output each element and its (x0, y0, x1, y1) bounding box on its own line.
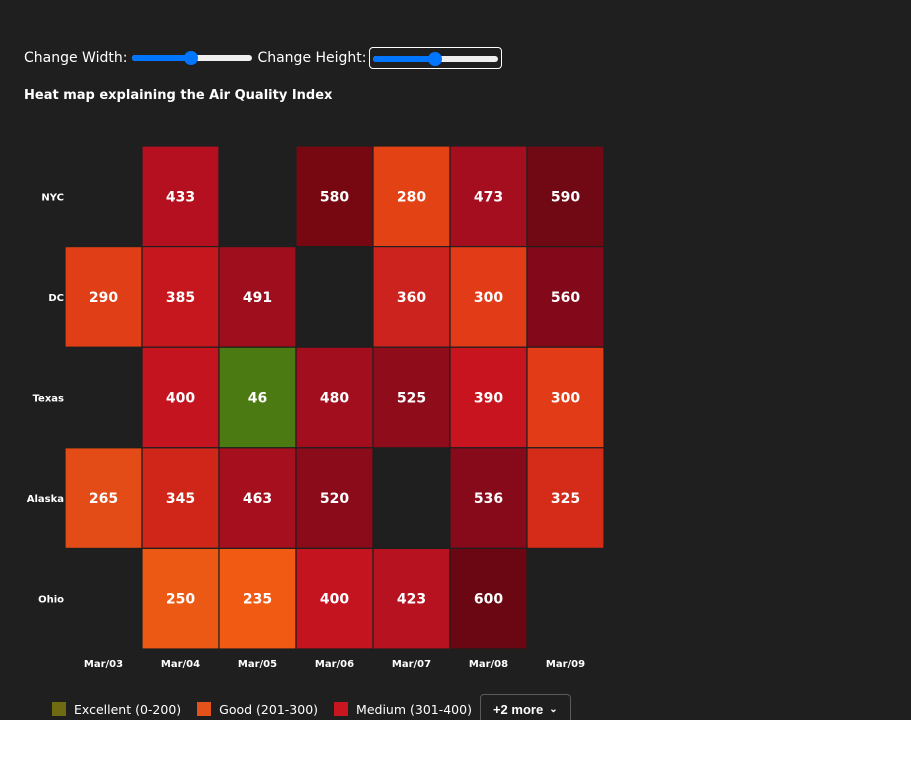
cell-value-label: 536 (474, 491, 503, 507)
legend-item[interactable]: Medium (301-400) (334, 702, 472, 717)
cell-value-label: 480 (320, 391, 349, 407)
legend-item[interactable]: Excellent (0-200) (52, 702, 181, 717)
column-label: Mar/07 (392, 659, 431, 670)
cell-value-label: 600 (474, 592, 503, 608)
cell-value-label: 46 (248, 391, 267, 407)
cell-value-label: 360 (397, 290, 426, 306)
cell-value-label: 250 (166, 592, 195, 608)
row-label-nyc: NYC (41, 192, 64, 203)
column-label: Mar/04 (161, 659, 200, 670)
cell-value-label: 325 (551, 491, 580, 507)
row-label-texas: Texas (33, 394, 64, 405)
cell-value-label: 290 (89, 290, 118, 306)
column-label: Mar/06 (315, 659, 354, 670)
cell-value-label: 590 (551, 189, 580, 205)
cell-value-label: 580 (320, 189, 349, 205)
cell-value-label: 525 (397, 391, 426, 407)
row-label-ohio: Ohio (38, 595, 64, 606)
cell-value-label: 280 (397, 189, 426, 205)
cell-value-label: 385 (166, 290, 195, 306)
cell-value-label: 433 (166, 189, 195, 205)
legend-more-button[interactable]: +2 more ⌄ (479, 694, 571, 720)
legend-swatch (334, 702, 349, 716)
chevron-down-icon: ⌄ (549, 703, 558, 715)
heatmap-chart: 433 580 280 473 590 290 385 491 360 300 560 400 46 48… (27, 145, 605, 670)
legend-swatch (52, 702, 66, 716)
cell-value-label: 473 (474, 189, 503, 205)
cell-value-label: 265 (89, 491, 118, 507)
cell-value-label: 463 (243, 491, 272, 507)
legend-swatch (197, 702, 212, 716)
column-label: Mar/08 (469, 659, 508, 670)
row-label-alaska: Alaska (27, 494, 64, 505)
cell-value-label: 423 (397, 592, 426, 608)
legend: Excellent (0-200) Good (201-300) Medium (3… (52, 693, 571, 720)
cell-value-label: 520 (320, 491, 349, 507)
cell-value-label: 300 (551, 391, 580, 407)
column-label: Mar/09 (546, 659, 585, 670)
row-label-dc: DC (48, 293, 64, 304)
app-background: Change Width: Change Height: Heat map ex… (0, 0, 911, 720)
legend-label: Good (201-300) (219, 701, 319, 717)
cell-value-label: 235 (243, 592, 272, 608)
cell-value-label: 400 (320, 592, 349, 608)
legend-label: Medium (301-400) (356, 701, 472, 717)
cell-value-label: 491 (243, 290, 272, 306)
column-label: Mar/05 (238, 659, 277, 670)
cell-value-label: 390 (474, 391, 503, 407)
legend-more-label: +2 more (492, 701, 544, 717)
cell-value-label: 400 (166, 391, 195, 407)
cell-value-label: 560 (551, 290, 580, 306)
column-label: Mar/03 (84, 659, 123, 670)
legend-label: Excellent (0-200) (74, 701, 182, 717)
cell-value-label: 345 (166, 491, 195, 507)
cell-value-label: 300 (474, 290, 503, 306)
legend-item[interactable]: Good (201-300) (197, 702, 318, 717)
